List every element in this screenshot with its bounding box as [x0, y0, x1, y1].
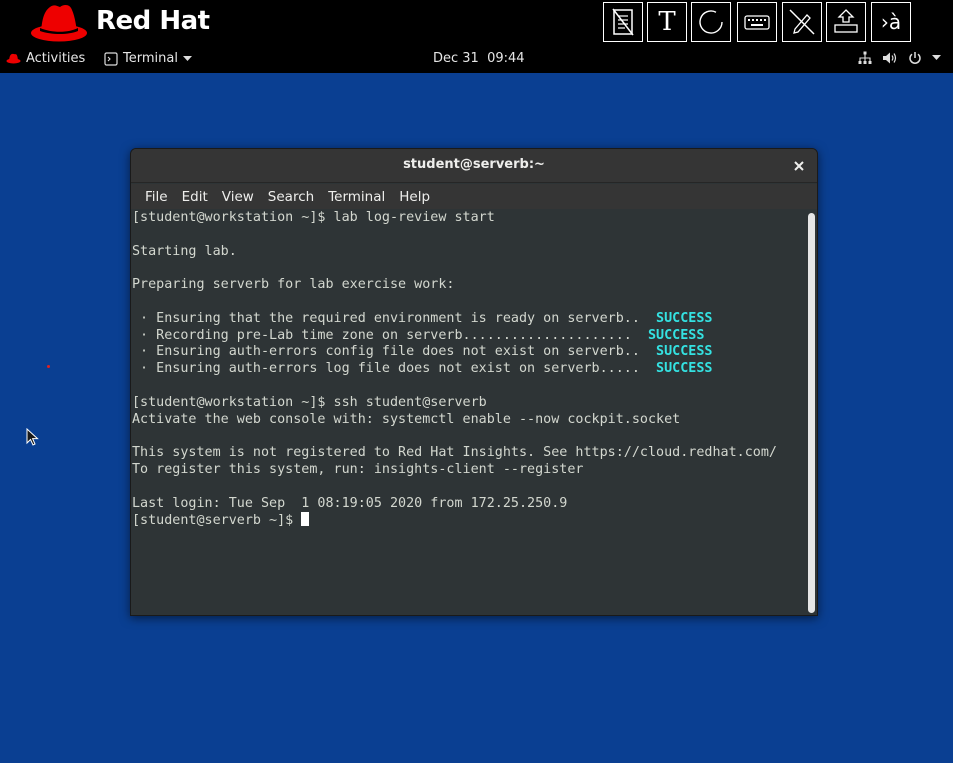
text-tool-icon: T — [658, 7, 676, 37]
success-badge: SUCCESS — [656, 361, 713, 377]
mouse-pointer-icon — [26, 428, 39, 446]
terminal-line: Last login: Tue Sep 1 08:19:05 2020 from… — [132, 495, 568, 511]
keyboard-tool-button[interactable] — [737, 2, 777, 42]
network-icon — [858, 51, 872, 64]
terminal-line: This system is not registered to Red Hat… — [132, 445, 777, 461]
menu-edit[interactable]: Edit — [175, 189, 215, 205]
brand-header: Red Hat T ›à — [0, 0, 953, 48]
success-badge: SUCCESS — [647, 327, 705, 343]
success-badge: SUCCESS — [656, 310, 713, 326]
terminal-scrollbar[interactable] — [808, 213, 815, 613]
menu-search[interactable]: Search — [261, 189, 321, 205]
activities-label: Activities — [26, 51, 86, 66]
document-icon — [612, 8, 634, 36]
text-cursor — [301, 512, 310, 527]
app-menu-button[interactable]: Terminal — [104, 51, 192, 66]
terminal-line: [student@workstation ~]$ ssh student@ser… — [132, 394, 487, 410]
close-icon — [794, 161, 804, 171]
terminal-line: [student@workstation ~]$ lab log-review … — [132, 210, 495, 225]
terminal-line: Starting lab. — [132, 243, 237, 259]
input-method-button[interactable]: ›à — [871, 2, 911, 42]
volume-icon — [883, 52, 897, 64]
red-hat-logo-icon — [31, 5, 87, 42]
circle-tool-button[interactable] — [691, 2, 731, 42]
window-titlebar[interactable]: student@serverb:~ — [131, 149, 817, 183]
eject-icon — [834, 9, 858, 33]
menu-help[interactable]: Help — [392, 189, 437, 205]
status-line: · Recording pre-Lab time zone on serverb… — [131, 328, 807, 345]
menu-view[interactable]: View — [215, 189, 261, 205]
clock[interactable]: Dec 31 09:44 — [433, 51, 525, 66]
shell-prompt: [student@serverb ~]$ — [132, 513, 302, 529]
status-line: · Ensuring auth-errors log file does not… — [131, 361, 807, 378]
text-tool-button[interactable]: T — [647, 2, 687, 42]
terminal-line: Preparing serverb for lab exercise work: — [132, 277, 455, 293]
eject-tool-button[interactable] — [826, 2, 866, 42]
red-hat-small-icon — [6, 53, 21, 64]
terminal-screen[interactable]: [student@workstation ~]$ lab log-review … — [131, 209, 807, 615]
pen-disabled-icon — [789, 9, 815, 35]
input-method-icon: ›à — [880, 10, 902, 34]
terminal-line: To register this system, run: insights-c… — [132, 461, 584, 477]
circle-icon — [699, 10, 723, 34]
terminal-menubar: File Edit View Search Terminal Help — [131, 184, 817, 209]
close-button[interactable] — [789, 156, 809, 176]
system-tray[interactable] — [858, 51, 941, 65]
status-text: · Ensuring auth-errors log file does not… — [132, 361, 657, 377]
chevron-down-icon — [182, 55, 192, 61]
top-bar: Activities Terminal Dec 31 09:44 — [0, 48, 953, 73]
menu-terminal[interactable]: Terminal — [321, 189, 392, 205]
pen-tool-button[interactable] — [782, 2, 822, 42]
status-text: · Ensuring that the required environment… — [132, 310, 657, 326]
terminal-line: Activate the web console with: systemctl… — [132, 411, 681, 427]
chevron-down-icon — [932, 55, 941, 60]
window-title: student@serverb:~ — [403, 157, 545, 172]
status-line: · Ensuring that the required environment… — [131, 311, 807, 328]
status-text: · Ensuring auth-errors config file does … — [132, 344, 657, 360]
success-badge: SUCCESS — [656, 344, 713, 360]
red-hat-wordmark: Red Hat — [96, 6, 210, 36]
status-text: · Recording pre-Lab time zone on serverb… — [132, 327, 648, 343]
document-tool-button[interactable] — [603, 2, 643, 42]
desktop-dot — [47, 365, 50, 368]
menu-file[interactable]: File — [138, 189, 175, 205]
keyboard-icon — [744, 15, 770, 30]
terminal-window[interactable]: student@serverb:~ File Edit View Search … — [130, 148, 818, 616]
power-icon — [909, 52, 921, 64]
prompt-line[interactable]: [student@serverb ~]$ — [131, 512, 807, 529]
app-menu-label: Terminal — [123, 51, 178, 66]
status-line: · Ensuring auth-errors config file does … — [131, 344, 807, 361]
terminal-app-icon — [104, 51, 118, 66]
activities-button[interactable]: Activities — [6, 51, 85, 66]
